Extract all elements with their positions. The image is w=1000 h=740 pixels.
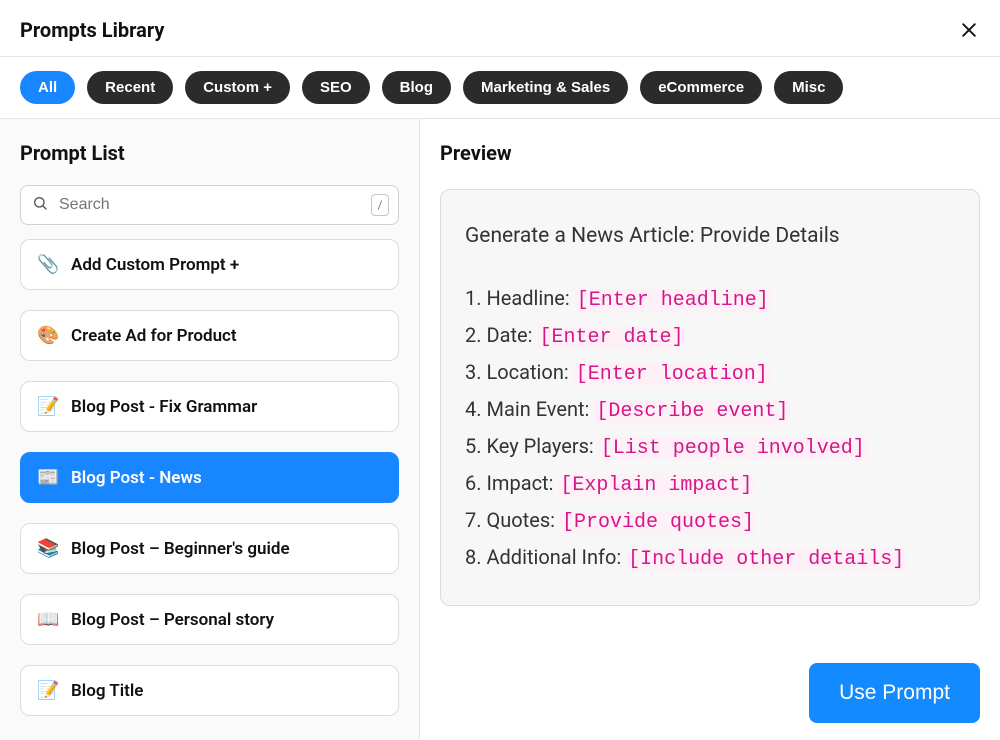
tab-all[interactable]: All xyxy=(20,71,75,104)
preview-field: 1. Headline: [Enter headline] xyxy=(465,281,955,318)
field-label: Location: xyxy=(486,360,568,384)
field-label: Impact: xyxy=(486,471,553,495)
use-prompt-button[interactable]: Use Prompt xyxy=(809,663,980,723)
field-placeholder: [Include other details] xyxy=(626,548,906,571)
preview-box: Generate a News Article: Provide Details… xyxy=(440,189,980,606)
memo-icon: 📝 xyxy=(37,396,59,417)
preview-field-list: 1. Headline: [Enter headline] 2. Date: [… xyxy=(465,281,955,577)
memo-icon: 📝 xyxy=(37,680,59,701)
prompt-item-label: Create Ad for Product xyxy=(71,326,237,346)
field-num: 2. xyxy=(465,323,482,347)
slash-shortcut-badge: / xyxy=(371,194,389,216)
newspaper-icon: 📰 xyxy=(37,467,59,488)
preview-field: 3. Location: [Enter location] xyxy=(465,355,955,392)
search-wrap: / xyxy=(20,185,399,225)
preview-field: 5. Key Players: [List people involved] xyxy=(465,429,955,466)
books-icon: 📚 xyxy=(37,538,59,559)
field-placeholder: [List people involved] xyxy=(599,437,867,460)
tab-misc[interactable]: Misc xyxy=(774,71,843,104)
tab-seo[interactable]: SEO xyxy=(302,71,370,104)
tab-recent[interactable]: Recent xyxy=(87,71,173,104)
field-placeholder: [Provide quotes] xyxy=(560,511,756,534)
prompt-item-label: Blog Post - Fix Grammar xyxy=(71,397,257,417)
preview-heading: Generate a News Article: Provide Details xyxy=(465,218,955,255)
prompt-list-panel: Prompt List / 📎 Add Custom Prompt + 🎨 Cr… xyxy=(0,119,420,739)
preview-title: Preview xyxy=(440,141,980,165)
field-placeholder: [Describe event] xyxy=(594,400,790,423)
field-num: 1. xyxy=(465,286,482,310)
header: Prompts Library xyxy=(0,0,1000,57)
main-columns: Prompt List / 📎 Add Custom Prompt + 🎨 Cr… xyxy=(0,119,1000,739)
field-num: 5. xyxy=(465,434,482,458)
preview-field: 6. Impact: [Explain impact] xyxy=(465,466,955,503)
preview-panel: Preview Generate a News Article: Provide… xyxy=(420,119,1000,739)
field-label: Headline: xyxy=(486,286,569,310)
prompt-item-label: Blog Post – Beginner's guide xyxy=(71,539,290,559)
field-label: Key Players: xyxy=(486,434,593,458)
field-placeholder: [Enter date] xyxy=(537,326,685,349)
prompt-item-label: Blog Post – Personal story xyxy=(71,610,274,630)
prompt-item-label: Blog Post - News xyxy=(71,468,202,488)
search-input[interactable] xyxy=(20,185,399,225)
prompt-item-label: Blog Title xyxy=(71,681,143,701)
prompt-item-create-ad[interactable]: 🎨 Create Ad for Product xyxy=(20,310,399,361)
field-placeholder: [Enter location] xyxy=(574,363,770,386)
prompt-item-fix-grammar[interactable]: 📝 Blog Post - Fix Grammar xyxy=(20,381,399,432)
field-num: 6. xyxy=(465,471,482,495)
field-num: 3. xyxy=(465,360,482,384)
prompt-item-beginners-guide[interactable]: 📚 Blog Post – Beginner's guide xyxy=(20,523,399,574)
tab-blog[interactable]: Blog xyxy=(382,71,451,104)
field-num: 8. xyxy=(465,545,482,569)
close-button[interactable] xyxy=(958,19,980,41)
field-placeholder: [Explain impact] xyxy=(558,474,754,497)
close-icon xyxy=(959,20,979,40)
prompt-item-blog-title[interactable]: 📝 Blog Title xyxy=(20,665,399,716)
field-label: Quotes: xyxy=(486,508,555,532)
preview-field: 2. Date: [Enter date] xyxy=(465,318,955,355)
prompt-item-add-custom[interactable]: 📎 Add Custom Prompt + xyxy=(20,239,399,290)
preview-field: 7. Quotes: [Provide quotes] xyxy=(465,503,955,540)
tab-marketing-sales[interactable]: Marketing & Sales xyxy=(463,71,628,104)
prompt-list-title: Prompt List xyxy=(20,141,399,165)
field-label: Date: xyxy=(486,323,532,347)
prompt-item-news[interactable]: 📰 Blog Post - News xyxy=(20,452,399,503)
category-tabs: All Recent Custom + SEO Blog Marketing &… xyxy=(0,57,1000,119)
preview-field: 4. Main Event: [Describe event] xyxy=(465,392,955,429)
search-icon xyxy=(32,195,48,215)
page-title: Prompts Library xyxy=(20,18,164,42)
palette-icon: 🎨 xyxy=(37,325,59,346)
prompt-item-personal-story[interactable]: 📖 Blog Post – Personal story xyxy=(20,594,399,645)
field-label: Main Event: xyxy=(486,397,589,421)
field-num: 7. xyxy=(465,508,482,532)
field-placeholder: [Enter headline] xyxy=(575,289,771,312)
open-book-icon: 📖 xyxy=(37,609,59,630)
prompt-list: 📎 Add Custom Prompt + 🎨 Create Ad for Pr… xyxy=(20,239,399,716)
paperclip-icon: 📎 xyxy=(37,254,59,275)
field-num: 4. xyxy=(465,397,482,421)
field-label: Additional Info: xyxy=(486,545,621,569)
preview-field: 8. Additional Info: [Include other detai… xyxy=(465,540,955,577)
tab-custom[interactable]: Custom + xyxy=(185,71,290,104)
tab-ecommerce[interactable]: eCommerce xyxy=(640,71,762,104)
prompt-item-label: Add Custom Prompt + xyxy=(71,255,239,275)
